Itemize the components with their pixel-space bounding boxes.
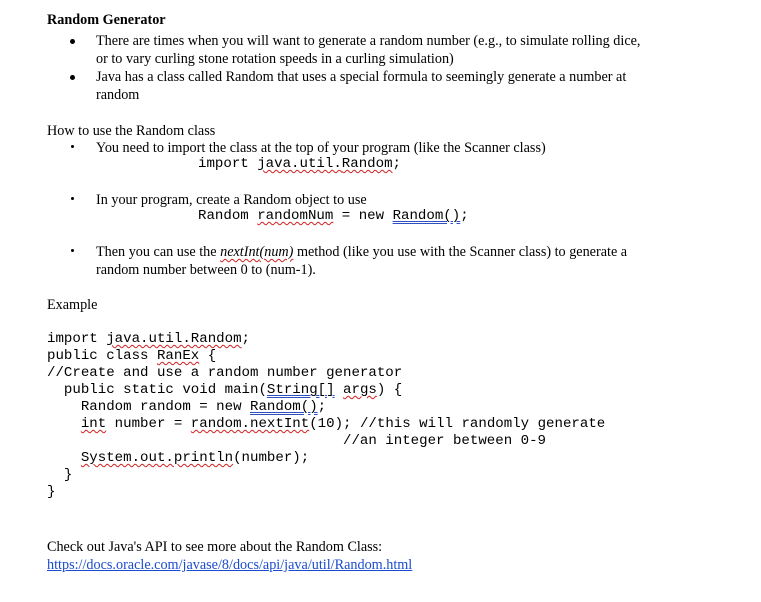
- code-comment: (10); //this will randomly generate: [309, 416, 606, 432]
- howto-step1-text: You need to import the class at the top …: [96, 140, 546, 156]
- howto-step2-code: Random randomNum = new Random();: [198, 208, 469, 225]
- code-constructor: Random(): [392, 208, 461, 224]
- code-keyword: public class: [47, 348, 157, 364]
- code-brace: {: [199, 348, 217, 364]
- code-semicolon: ;: [317, 399, 327, 415]
- code-text: public static void main(: [47, 382, 267, 398]
- intro-bullet-1-line1: There are times when you will want to ge…: [96, 33, 641, 49]
- code-line: int number = random.nextInt(10); //this …: [47, 416, 605, 433]
- bullet-icon: [71, 145, 74, 148]
- code-constructor: Random(): [249, 399, 318, 415]
- code-keyword: import: [198, 156, 258, 172]
- code-line: //Create and use a random number generat…: [47, 365, 403, 381]
- code-class: Random: [341, 156, 393, 172]
- code-line: public class RanEx {: [47, 348, 605, 365]
- code-keyword: import: [47, 331, 107, 347]
- footer-text: Check out Java's API to see more about t…: [47, 539, 383, 555]
- method-name: nextInt: [220, 244, 260, 260]
- step3-text: Then you can use the: [96, 244, 221, 260]
- howto-step3-line1: Then you can use the nextInt(num) method…: [96, 243, 627, 261]
- code-brace: ) {: [376, 382, 403, 398]
- api-link[interactable]: https://docs.oracle.com/javase/8/docs/ap…: [47, 556, 412, 574]
- howto-heading: How to use the Random class: [47, 123, 216, 139]
- bullet-icon: [71, 249, 74, 252]
- intro-bullet-1-line2: or to vary curling stone rotation speeds…: [96, 51, 454, 67]
- method-args: (num): [259, 244, 294, 260]
- code-arg: args: [343, 382, 377, 398]
- code-package: java.util.Random: [106, 331, 242, 347]
- code-keyword: int: [80, 416, 107, 432]
- howto-step2-text: In your program, create a Random object …: [96, 192, 367, 208]
- code-line: Random random = new Random();: [47, 399, 605, 416]
- code-class-name: RanEx: [156, 348, 200, 364]
- code-method-call: System.out.println: [80, 450, 234, 466]
- code-line: }: [47, 484, 56, 500]
- howto-step3-line2: random number between 0 to (num-1).: [96, 262, 316, 278]
- bullet-icon: [70, 75, 75, 80]
- bullet-icon: [71, 197, 74, 200]
- code-line: //an integer between 0-9: [47, 433, 546, 449]
- code-type: String[]: [266, 382, 335, 398]
- code-method-call: random.nextInt: [190, 416, 310, 432]
- code-variable: randomNum: [257, 208, 334, 224]
- howto-step1-code: import java.util.Random;: [198, 156, 401, 173]
- code-text: = new: [333, 208, 393, 224]
- intro-bullet-2-line1: Java has a class called Random that uses…: [96, 69, 627, 85]
- bullet-icon: [70, 39, 75, 44]
- code-line: }: [47, 467, 73, 483]
- code-type: Random: [198, 208, 258, 224]
- code-block: import java.util.Random; public class Ran…: [47, 331, 605, 501]
- code-package: java.util.: [257, 156, 342, 172]
- code-text: (number);: [233, 450, 310, 466]
- code-semicolon: ;: [460, 208, 469, 224]
- intro-bullet-2-line2: random: [96, 87, 140, 103]
- code-line: public static void main(String[] args) {: [47, 382, 605, 399]
- code-text: number =: [106, 416, 191, 432]
- example-heading: Example: [47, 297, 98, 313]
- page-title: Random Generator: [47, 12, 166, 28]
- code-semicolon: ;: [241, 331, 251, 347]
- code-line: System.out.println(number);: [47, 450, 605, 467]
- code-text: Random random = new: [47, 399, 250, 415]
- step3-text: method (like you use with the Scanner cl…: [293, 244, 628, 260]
- code-line: import java.util.Random;: [47, 331, 605, 348]
- code-semicolon: ;: [392, 156, 402, 172]
